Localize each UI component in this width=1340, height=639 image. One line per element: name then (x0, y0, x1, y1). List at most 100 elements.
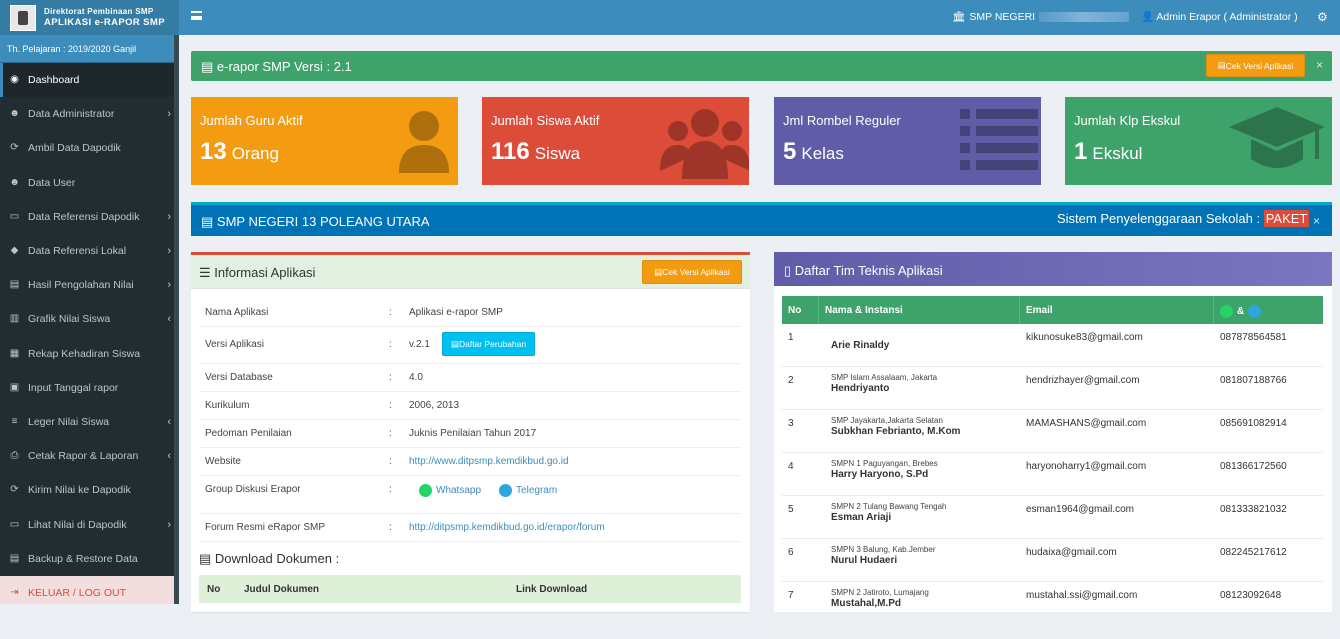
row-no: 7 (788, 590, 794, 601)
stat-box-1: Jumlah Guru Aktif 13 Orang (191, 97, 458, 185)
sidebar-item-label: Rekap Kehadiran Siswa (28, 347, 141, 360)
check-version-button-2[interactable]: ▤ Cek Versi Aplikasi (642, 260, 742, 284)
whatsapp-icon (419, 484, 432, 497)
chevron-icon: ‹ (167, 415, 171, 428)
sidebar-item-leger-nilai-siswa[interactable]: ≡ Leger Nilai Siswa ‹ (0, 405, 179, 439)
sidebar-item-label: Kirim Nilai ke Dapodik (28, 484, 131, 497)
info-key: Kurikulum (205, 400, 250, 411)
info-value-cell: Juknis Penilaian Tahun 2017 (409, 420, 741, 447)
telegram-icon (499, 484, 513, 497)
info-key: Website (205, 456, 241, 467)
sidebar-item-data-referensi-dapodik[interactable]: ▭ Data Referensi Dapodik › (0, 200, 179, 234)
member-name: Arie Rinaldy (831, 340, 890, 351)
changelog-button[interactable]: ▤ Daftar Perubahan (441, 332, 536, 356)
table-row: 5 Esman Ariaji SMPN 3 Balung, Kab.Jember es… (782, 496, 1323, 554)
sidebar-item-label: Backup & Restore Data (28, 552, 138, 565)
member-phone: 081333821032 (1220, 504, 1287, 515)
sidebar-item-cetak-rapor-laporan[interactable]: ⎙ Cetak Rapor & Laporan ‹ (0, 439, 179, 473)
stat-box-3: Jml Rombel Reguler 5 Kelas (774, 97, 1041, 185)
sidebar-item-data-user[interactable]: ☻ Data User (0, 166, 179, 200)
logout-icon: ⇥ (10, 586, 19, 598)
close-icon[interactable]: × (1316, 58, 1323, 72)
user-name: Admin Erapor ( Administrator ) (1156, 11, 1298, 23)
chevron-icon: › (167, 210, 171, 223)
sidebar-item-data-administrator[interactable]: ☻ Data Administrator › (0, 97, 179, 131)
info-value: Juknis Penilaian Tahun 2017 (409, 428, 537, 439)
sidebar-item-dashboard[interactable]: ◉ Dashboard (0, 63, 179, 98)
member-phone: 085691082914 (1220, 418, 1287, 429)
info-link[interactable]: http://www.ditpsmp.kemdikbud.go.id (409, 456, 569, 467)
info-value: 2006, 2013 (409, 400, 460, 411)
brand-logo[interactable]: Direktorat Pembinaan SMP APLIKASI e-RAPO… (0, 0, 179, 35)
sidebar-item-rekap-kehadiran-siswa[interactable]: ▦ Rekap Kehadiran Siswa (0, 337, 179, 371)
sidebar-item-label: Input Tanggal rapor (28, 381, 119, 394)
version-title: ▤ e-rapor SMP Versi : 2.1 (201, 59, 352, 74)
row-no: 2 (788, 375, 794, 386)
info-value: Aplikasi e-rapor SMP (409, 307, 503, 318)
main-content: ▤ e-rapor SMP Versi : 2.1 ▤ Cek Versi Ap… (179, 35, 1340, 625)
sidebar-item-label: Hasil Pengolahan Nilai (28, 279, 134, 292)
check-version-button[interactable]: ▤ Cek Versi Aplikasi (1206, 54, 1305, 77)
member-institution (825, 623, 1014, 639)
info-colon: : (389, 456, 392, 467)
users-icon: ☻ (9, 108, 20, 120)
row-no: 1 (788, 332, 794, 343)
info-value: v.2.1 (409, 339, 430, 350)
sidebar-item-data-referensi-lokal[interactable]: ◆ Data Referensi Lokal › (0, 234, 179, 268)
school-menu[interactable]: 🏛 SMP NEGERI (952, 10, 1130, 23)
document-icon: ▤ (201, 214, 217, 229)
chart-icon: ▥ (9, 313, 20, 325)
team-title: ▯ Daftar Tim Teknis Aplikasi (784, 263, 943, 278)
telegram-link[interactable]: Telegram (481, 484, 557, 497)
sidebar-item-label: Data User (28, 176, 76, 189)
info-row: Website: http://www.ditpsmp.kemdikbud.go.… (199, 448, 741, 476)
stat-box-4: Jumlah Klp Ekskul 1 Ekskul (1065, 97, 1332, 185)
sidebar-item-keluar-log-out[interactable]: ⇥ KELUAR / LOG OUT (0, 575, 179, 604)
sidebar-item-input-tanggal-rapor[interactable]: ▣ Input Tanggal rapor (0, 371, 179, 405)
whatsapp-link[interactable]: Whatsapp (419, 484, 481, 497)
info-colon: : (389, 428, 392, 439)
sidebar-item-backup-restore-data[interactable]: ▤ Backup & Restore Data (0, 542, 179, 576)
sidebar-item-label: Lihat Nilai di Dapodik (28, 518, 127, 531)
sidebar-item-label: KELUAR / LOG OUT (28, 586, 127, 599)
table-row: 3 Subkhan Febrianto, M.Kom SMPN 1 Paguyang… (782, 410, 1323, 468)
col-email: Email (1020, 296, 1214, 324)
row-name-cell: Arie Rinaldy SMP Islam Assalaam, Jakarta (819, 324, 1020, 382)
sidebar-item-grafik-nilai-siswa[interactable]: ▥ Grafik Nilai Siswa ‹ (0, 302, 179, 336)
refresh-icon: ⟳ (10, 142, 19, 154)
info-key: Versi Database (205, 372, 273, 383)
member-email: mustahal.ssi@gmail.com (1026, 590, 1138, 601)
stat-value: 116 Siswa (491, 138, 581, 165)
info-colon: : (389, 307, 392, 318)
sidebar-item-hasil-pengolahan-nilai[interactable]: ▤ Hasil Pengolahan Nilai › (0, 268, 179, 302)
member-name: Hendriyanto (831, 383, 890, 394)
list-icon: ▤ (1217, 60, 1226, 70)
brand-line2: APLIKASI e-RAPOR SMP (44, 16, 165, 28)
list-icon: ☰ (199, 265, 215, 280)
table-row: 4 Harry Haryono, S.Pd SMPN 2 Tulang Bawang… (782, 453, 1323, 511)
sidebar-item-label: Leger Nilai Siswa (28, 415, 110, 428)
school-name: SMP NEGERI (969, 10, 1036, 23)
tag-icon: ◆ (10, 245, 19, 257)
table-row: 1 Arie Rinaldy SMP Islam Assalaam, Jakarta… (782, 324, 1323, 382)
col-contact: & (1214, 296, 1323, 324)
info-link[interactable]: http://ditpsmp.kemdikbud.go.id/erapor/fo… (409, 522, 605, 533)
menu-toggle-icon[interactable] (191, 11, 202, 20)
chevron-icon: › (167, 245, 171, 258)
member-email: kikunosuke83@gmail.com (1026, 332, 1143, 343)
sidebar-item-lihat-nilai-di-dapodik[interactable]: ▭ Lihat Nilai di Dapodik › (0, 507, 179, 541)
table-icon: ▦ (9, 347, 20, 359)
system-label: Sistem Penyelenggaraan Sekolah : PAKET (1057, 210, 1310, 227)
sidebar-item-label: Dashboard (28, 74, 80, 87)
stat-label: Jumlah Klp Ekskul (1074, 113, 1181, 128)
close-icon[interactable]: × (1313, 214, 1320, 228)
sidebar-item-ambil-data-dapodik[interactable]: ⟳ Ambil Data Dapodik (0, 131, 179, 165)
table-icon: ▤ (199, 551, 215, 566)
sidebar-item-kirim-nilai-ke-dapodik[interactable]: ⟳ Kirim Nilai ke Dapodik (0, 473, 179, 507)
settings-icon[interactable]: ⚙ (1317, 10, 1328, 24)
row-no: 6 (788, 547, 794, 558)
user-menu[interactable]: 👤 Admin Erapor ( Administrator ) (1141, 10, 1298, 23)
download-table-header: No Judul Dokumen Link Download (199, 575, 741, 603)
info-value-cell: http://www.ditpsmp.kemdikbud.go.id (409, 448, 741, 475)
member-name: Subkhan Febrianto, M.Kom (831, 426, 961, 437)
